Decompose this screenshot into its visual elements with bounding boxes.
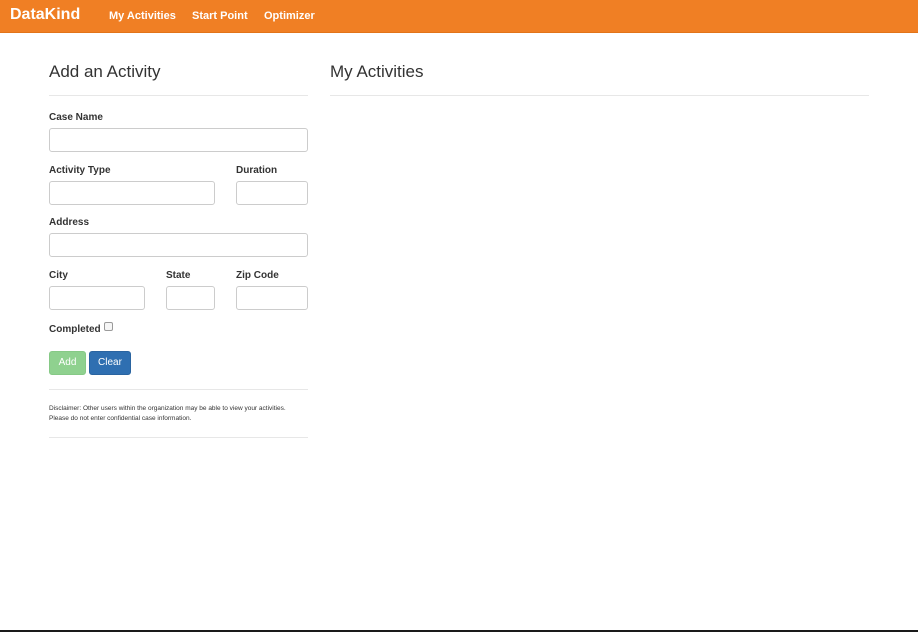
nav-link-start-point[interactable]: Start Point — [192, 10, 248, 22]
completed-checkbox[interactable] — [104, 322, 113, 331]
duration-input[interactable] — [236, 181, 308, 205]
divider — [49, 437, 308, 438]
city-input[interactable] — [49, 286, 145, 310]
activity-type-label: Activity Type — [49, 165, 111, 176]
case-name-input[interactable] — [49, 128, 308, 152]
add-button[interactable]: Add — [49, 351, 86, 375]
state-label: State — [166, 270, 191, 281]
divider — [49, 95, 308, 96]
zip-code-label: Zip Code — [236, 270, 279, 281]
divider — [330, 95, 869, 96]
activity-type-input[interactable] — [49, 181, 215, 205]
city-label: City — [49, 270, 68, 281]
my-activities-title: My Activities — [330, 62, 424, 81]
disclaimer-text: Disclaimer: Other users within the organ… — [49, 405, 286, 422]
duration-label: Duration — [236, 165, 278, 176]
state-input[interactable] — [166, 286, 215, 310]
nav-link-my-activities[interactable]: My Activities — [109, 10, 176, 22]
case-name-label: Case Name — [49, 112, 103, 123]
nav-link-optimizer[interactable]: Optimizer — [264, 10, 315, 22]
add-activity-title: Add an Activity — [49, 62, 161, 81]
top-navbar: DataKind My Activities Start Point Optim… — [0, 0, 918, 33]
address-label: Address — [49, 217, 90, 228]
clear-button[interactable]: Clear — [89, 351, 131, 375]
completed-label: Completed — [49, 324, 101, 335]
zip-code-input[interactable] — [236, 286, 308, 310]
brand-logo[interactable]: DataKind — [10, 6, 80, 24]
divider — [49, 389, 308, 390]
address-input[interactable] — [49, 233, 308, 257]
